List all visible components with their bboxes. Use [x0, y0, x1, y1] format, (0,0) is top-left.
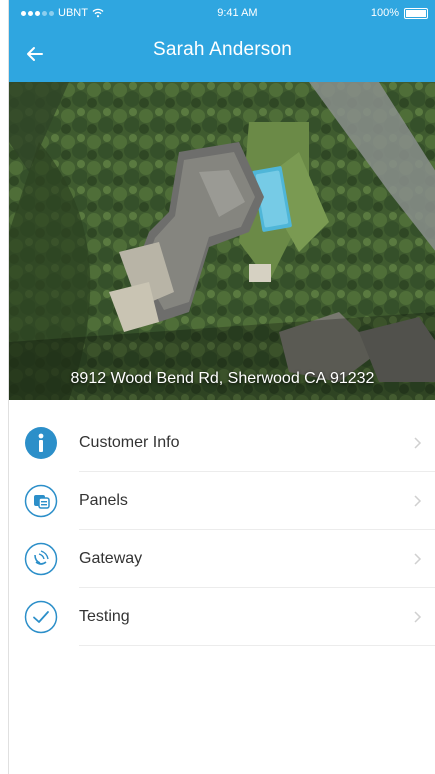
menu-item-label: Gateway [79, 550, 143, 567]
chevron-right-icon [414, 437, 422, 449]
menu-item-label: Testing [79, 608, 130, 625]
signal-strength-icon [21, 10, 54, 16]
page-title: Sarah Anderson [152, 39, 293, 60]
menu-item-testing[interactable]: Testing [9, 588, 435, 646]
status-bar: UBNT 9:41 AM 100% [9, 0, 435, 26]
status-time: 9:41 AM [217, 7, 258, 19]
gateway-icon [23, 541, 59, 577]
menu-item-label: Customer Info [79, 434, 180, 451]
property-address: 8912 Wood Bend Rd, Sherwood CA 91232 [70, 370, 375, 387]
app-screen: UBNT 9:41 AM 100% Sarah Anderson 8912 Wo… [8, 0, 435, 774]
menu-item-gateway[interactable]: Gateway [9, 530, 435, 588]
chevron-right-icon [414, 495, 422, 507]
carrier-name: UBNT [58, 7, 88, 19]
status-right: 100% [371, 7, 428, 19]
navigation-bar: Sarah Anderson [9, 26, 435, 82]
property-aerial-image: 8912 Wood Bend Rd, Sherwood CA 91232 [9, 82, 435, 400]
back-arrow-icon [27, 47, 43, 61]
chevron-right-icon [414, 553, 422, 565]
aerial-map-graphic [9, 82, 435, 400]
app-header: UBNT 9:41 AM 100% Sarah Anderson [9, 0, 435, 82]
menu-item-customer-info[interactable]: Customer Info [9, 414, 435, 472]
battery-percent: 100% [370, 7, 399, 19]
back-button[interactable] [17, 36, 53, 72]
detail-menu: Customer Info Panels Gateway Testing [9, 414, 435, 646]
panels-icon [23, 483, 59, 519]
info-icon [23, 425, 59, 461]
wifi-icon [92, 8, 104, 18]
menu-item-panels[interactable]: Panels [9, 472, 435, 530]
check-icon [23, 599, 59, 635]
battery-icon [403, 7, 428, 19]
menu-item-label: Panels [79, 492, 128, 509]
chevron-right-icon [414, 611, 422, 623]
status-left: UBNT [21, 7, 104, 19]
